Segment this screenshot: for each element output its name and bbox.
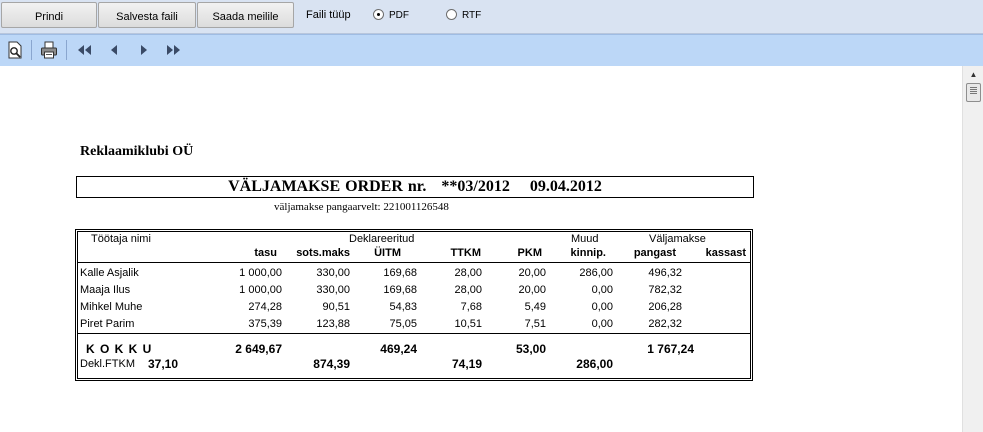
toolbar-separator (66, 40, 67, 60)
bank-account-line: väljamakse pangaarvelt: 221001126548 (274, 201, 449, 213)
header-payout: Väljamakse (649, 233, 706, 245)
header-other: Muud (571, 233, 599, 245)
row-name: Kalle Asjalik (80, 267, 139, 279)
total-uitm: 469,24 (380, 342, 417, 356)
row-sots: 123,88 (316, 318, 350, 330)
row-kinnip: 0,00 (591, 301, 613, 313)
row-tasu: 1 000,00 (239, 284, 282, 296)
row-pangast: 496,32 (648, 267, 682, 279)
row-name: Mihkel Muhe (80, 301, 143, 313)
row-tasu: 274,28 (248, 301, 282, 313)
row-name: Piret Parim (80, 318, 135, 330)
row-ttkm: 10,51 (454, 318, 482, 330)
report-toolbar (0, 34, 983, 67)
last-page-icon[interactable] (165, 41, 183, 59)
row-uitm: 54,83 (389, 301, 417, 313)
header-declared: Deklareeritud (349, 233, 415, 245)
rtf-radio-label[interactable]: RTF (462, 10, 481, 21)
total-kinnip: 286,00 (576, 357, 613, 371)
totals-divider (77, 333, 751, 334)
row-pangast: 782,32 (648, 284, 682, 296)
header-kassast: kassast (705, 247, 746, 259)
printer-icon[interactable] (40, 41, 58, 59)
row-tasu: 1 000,00 (239, 267, 282, 279)
row-pkm: 7,51 (524, 318, 546, 330)
header-kinnip: kinnip. (570, 247, 606, 259)
row-kinnip: 286,00 (579, 267, 613, 279)
title-box: VÄLJAMAKSE ORDER nr. **03/2012 09.04.201… (76, 176, 754, 198)
row-kinnip: 0,00 (591, 318, 613, 330)
header-pkm: PKM (517, 247, 542, 259)
header-uitm: ÜITM (374, 247, 401, 259)
row-pangast: 206,28 (648, 301, 682, 313)
ftkm-label: Dekl.FTKM (80, 358, 135, 370)
row-kinnip: 0,00 (591, 284, 613, 296)
company-name: Reklaamiklubi OÜ (80, 144, 194, 159)
pdf-radio-label[interactable]: PDF (389, 10, 409, 21)
header-employee: Töötaja nimi (91, 233, 151, 245)
print-button[interactable]: Prindi (1, 2, 97, 28)
order-title: VÄLJAMAKSE ORDER nr. **03/2012 09.04.201… (228, 178, 602, 195)
header-divider (77, 262, 751, 263)
row-uitm: 75,05 (389, 318, 417, 330)
header-pangast: pangast (633, 247, 676, 259)
preview-icon[interactable] (6, 41, 24, 59)
scroll-up-arrow-icon[interactable]: ▲ (963, 66, 983, 83)
row-uitm: 169,68 (383, 284, 417, 296)
vertical-scrollbar[interactable]: ▲ (962, 66, 983, 432)
row-pkm: 20,00 (518, 284, 546, 296)
pdf-radio[interactable] (373, 9, 384, 20)
header-tasu: tasu (254, 247, 277, 259)
row-pkm: 20,00 (518, 267, 546, 279)
toolbar-separator (31, 40, 32, 60)
file-type-label: Faili tüüp (306, 9, 351, 21)
row-name: Maaja Ilus (80, 284, 131, 296)
total-ttkm: 74,19 (451, 357, 482, 371)
row-sots: 330,00 (316, 284, 350, 296)
top-toolbar: Prindi Salvesta faili Saada meilile Fail… (0, 0, 983, 34)
total-pkm: 53,00 (515, 342, 546, 356)
scrollbar-thumb[interactable] (966, 83, 981, 102)
row-uitm: 169,68 (383, 267, 417, 279)
total-sots: 874,39 (313, 357, 350, 371)
row-pkm: 5,49 (524, 301, 546, 313)
next-page-icon[interactable] (135, 41, 153, 59)
row-ttkm: 7,68 (460, 301, 482, 313)
rtf-radio[interactable] (446, 9, 457, 20)
send-mail-button[interactable]: Saada meilile (197, 2, 294, 28)
first-page-icon[interactable] (75, 41, 93, 59)
total-tasu: 2 649,67 (235, 342, 282, 356)
row-ttkm: 28,00 (454, 267, 482, 279)
row-tasu: 375,39 (248, 318, 282, 330)
save-file-button[interactable]: Salvesta faili (98, 2, 196, 28)
total-pangast: 1 767,24 (647, 342, 694, 356)
totals-label: K O K K U (86, 342, 153, 356)
row-sots: 90,51 (322, 301, 350, 313)
row-ttkm: 28,00 (454, 284, 482, 296)
header-sots: sots.maks (296, 247, 350, 259)
row-pangast: 282,32 (648, 318, 682, 330)
row-sots: 330,00 (316, 267, 350, 279)
header-ttkm: TTKM (450, 247, 481, 259)
ftkm-value: 37,10 (147, 357, 178, 371)
previous-page-icon[interactable] (105, 41, 123, 59)
